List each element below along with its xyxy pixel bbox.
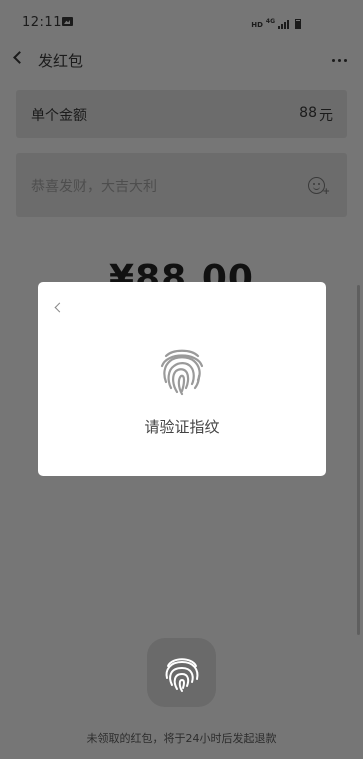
screen: 12:11 HD 4G 发红包 单个金额 88 元 恭喜发财，大吉大利 + ¥8… bbox=[0, 0, 363, 759]
fingerprint-button-icon bbox=[165, 658, 199, 692]
fingerprint-dialog: 请验证指纹 bbox=[38, 282, 326, 476]
amount-label: 单个金额 bbox=[31, 108, 87, 124]
scrollbar[interactable] bbox=[357, 285, 360, 635]
amount-field[interactable]: 单个金额 88 元 bbox=[16, 90, 347, 138]
refund-note: 未领取的红包，将于24小时后发起退款 bbox=[86, 732, 277, 745]
status-time: 12:11 bbox=[22, 15, 62, 30]
amount-unit: 元 bbox=[319, 108, 333, 124]
back-icon[interactable] bbox=[13, 51, 26, 64]
network-type-indicator: 4G bbox=[265, 18, 275, 25]
status-indicators: HD 4G bbox=[251, 17, 301, 29]
signal-icon bbox=[278, 20, 289, 29]
more-icon[interactable] bbox=[332, 59, 347, 62]
hd-indicator: HD bbox=[251, 21, 263, 29]
gallery-icon bbox=[62, 17, 73, 26]
header: 发红包 bbox=[0, 42, 363, 78]
battery-icon bbox=[295, 19, 301, 29]
greeting-field[interactable]: 恭喜发财，大吉大利 + bbox=[16, 153, 347, 217]
emoji-plus-icon: + bbox=[322, 187, 330, 197]
dialog-prompt: 请验证指纹 bbox=[144, 418, 220, 436]
greeting-placeholder[interactable]: 恭喜发财，大吉大利 bbox=[31, 176, 157, 196]
amount-value[interactable]: 88 bbox=[299, 105, 317, 121]
page-title: 发红包 bbox=[38, 52, 84, 70]
fingerprint-button[interactable] bbox=[147, 638, 216, 707]
dialog-back-icon[interactable] bbox=[54, 302, 65, 313]
fingerprint-icon bbox=[160, 349, 204, 396]
status-bar: 12:11 HD 4G bbox=[0, 0, 363, 40]
